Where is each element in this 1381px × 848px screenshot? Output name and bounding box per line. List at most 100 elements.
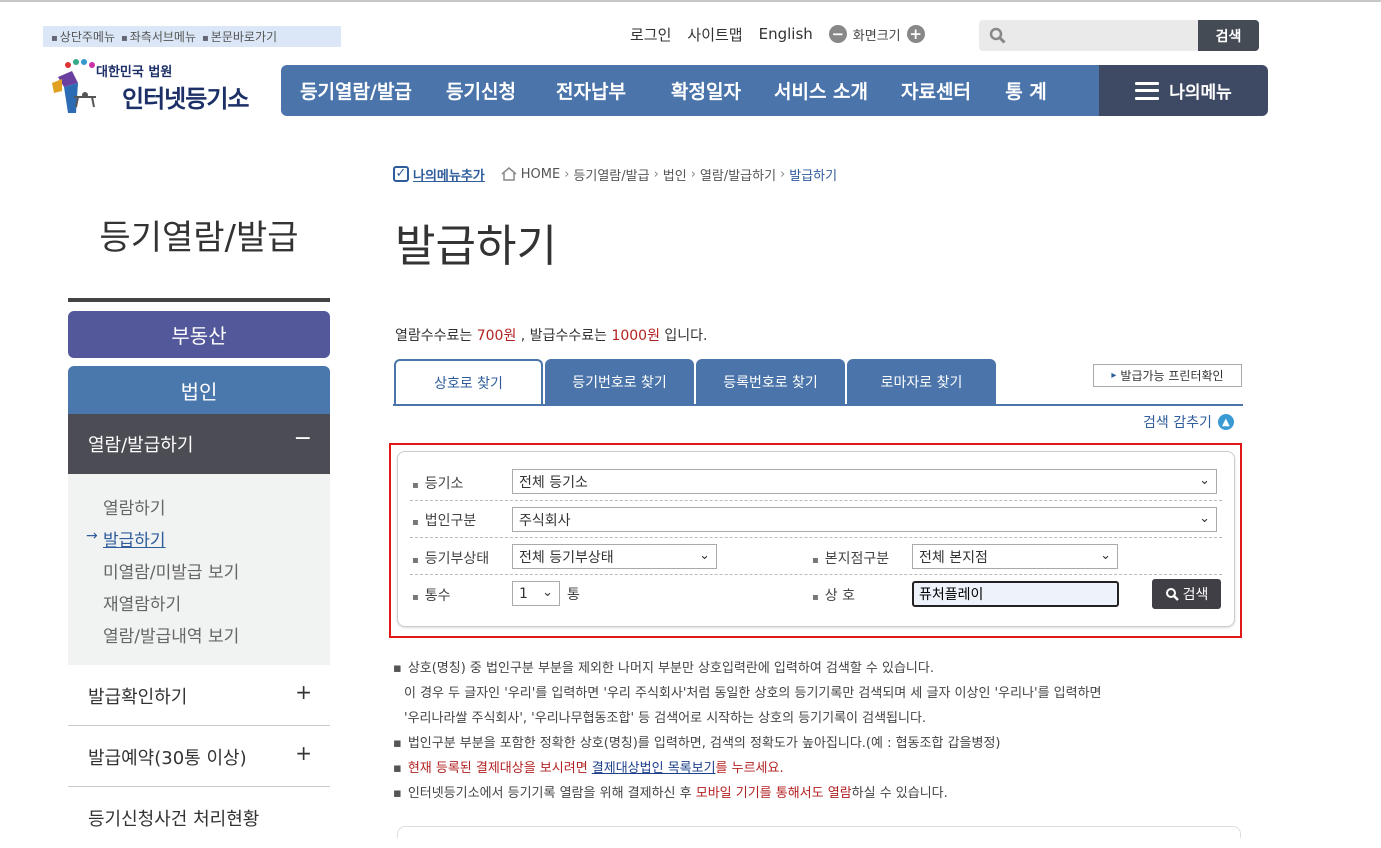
next-panel-edge	[397, 826, 1241, 838]
gnb-item-resources[interactable]: 자료센터	[881, 77, 991, 104]
corp-name-input[interactable]	[912, 581, 1119, 607]
chevron-down-icon: ⌄	[1100, 548, 1111, 563]
login-link[interactable]: 로그인	[630, 24, 671, 45]
top-search-input[interactable]	[1015, 24, 1199, 48]
copies-select[interactable]: 1 ⌄	[512, 581, 560, 606]
sidebar-item-corp[interactable]: 법인	[68, 366, 330, 414]
printer-check-button[interactable]: 발급가능 프린터확인	[1093, 364, 1242, 387]
my-menu-button[interactable]: 나의메뉴	[1099, 65, 1268, 116]
note-text: 인터넷등기소에서 등기기록 열람을 위해 결제하신 후	[407, 786, 696, 801]
branch-label: 본지점구분	[812, 548, 889, 568]
gnb-item-application[interactable]: 등기신청	[431, 77, 531, 104]
tab-underline	[393, 404, 1243, 406]
english-link[interactable]: English	[759, 25, 813, 43]
breadcrumb: ✓ 나의메뉴추가 HOME › 등기열람/발급 › 법인 › 열람/발급하기 ›…	[393, 164, 837, 184]
tab-by-roman[interactable]: 로마자로 찾기	[847, 359, 996, 405]
registry-label: 등기소	[412, 473, 464, 493]
sidebar-item-case-status[interactable]: 등기신청사건 처리현황	[68, 788, 330, 848]
breadcrumb-item[interactable]: 법인	[663, 165, 687, 184]
search-icon	[989, 27, 1006, 44]
hide-search-label: 검색 감추기	[1143, 415, 1212, 431]
note-text: 상호(명칭) 중 법인구분 부분을 제외한 나머지 부분만 상호입력란에 입력하…	[407, 661, 934, 676]
corp-name-label: 상 호	[812, 585, 855, 605]
submenu-item-history[interactable]: 열람/발급내역 보기	[103, 622, 239, 647]
skip-to-content[interactable]: 본문바로가기	[202, 28, 277, 45]
fee-text: , 발급수수료는	[516, 328, 612, 344]
gnb-item-view-issue[interactable]: 등기열람/발급	[281, 77, 431, 104]
registry-select[interactable]: 전체 등기소 ⌄	[512, 469, 1217, 494]
status-select-value: 전체 등기부상태	[519, 549, 614, 566]
submenu-item-unviewed[interactable]: 미열람/미발급 보기	[103, 558, 239, 583]
zoom-label: 화면크기	[852, 28, 901, 44]
sidebar-item-confirm[interactable]: 발급확인하기 +	[68, 666, 330, 726]
corp-type-label: 법인구분	[412, 510, 477, 530]
add-my-menu-link[interactable]: 나의메뉴추가	[413, 165, 485, 184]
collapse-icon: −	[293, 426, 312, 451]
note-1: ▪ 상호(명칭) 중 법인구분 부분을 제외한 나머지 부분만 상호입력란에 입력…	[393, 661, 934, 676]
sidebar-item-realestate[interactable]: 부동산	[68, 311, 330, 358]
top-search: 검색	[979, 20, 1259, 51]
top-search-button[interactable]: 검색	[1198, 20, 1259, 51]
page-title: 발급하기	[395, 221, 557, 272]
site-logo[interactable]: 대한민국 법원 인터넷등기소	[50, 57, 270, 119]
note-text: 모바일 기기를 통해서도 열람	[695, 786, 852, 801]
row-divider	[410, 500, 1222, 501]
chevron-down-icon: ⌄	[699, 548, 710, 563]
chevron-right-icon: ›	[780, 166, 786, 182]
branch-select-value: 전체 본지점	[919, 549, 988, 566]
note-4: ▪ 인터넷등기소에서 등기기록 열람을 위해 결제하신 후 모바일 기기를 통해서…	[393, 786, 948, 801]
submenu-item-issue[interactable]: 발급하기	[103, 526, 166, 551]
breadcrumb-item[interactable]: 열람/발급하기	[700, 165, 776, 184]
fee-text: 입니다.	[659, 328, 708, 344]
home-icon	[501, 167, 517, 181]
sidebar-divider	[68, 298, 330, 302]
note-1-cont: 이 경우 두 글자인 '우리'를 입력하면 '우리 주식회사'처럼 동일한 상호…	[404, 686, 1102, 701]
zoom-out-icon[interactable]: −	[828, 25, 847, 43]
gnb-item-fixed-date[interactable]: 확정일자	[651, 77, 761, 104]
note-text: 법인구분 부분을 포함한 정확한 상호(명칭)를 입력하면, 검색의 정확도가 …	[407, 736, 1001, 751]
submenu-item-view[interactable]: 열람하기	[103, 494, 166, 519]
copies-unit: 통	[567, 587, 580, 603]
hamburger-icon	[1135, 81, 1160, 100]
sidebar-item-label: 발급확인하기	[88, 686, 188, 708]
search-button-label: 검색	[1182, 587, 1209, 603]
issue-fee-value: 1000원	[611, 328, 660, 344]
note-3: ▪ 현재 등록된 결제대상을 보시려면 결제대상법인 목록보기를 누르세요.	[393, 761, 784, 776]
sidebar-item-view-issue[interactable]: 열람/발급하기 −	[68, 414, 330, 474]
gnb-item-statistics[interactable]: 통 계	[991, 77, 1061, 104]
corp-type-select-value: 주식회사	[519, 512, 571, 529]
utility-links: 로그인 사이트맵 English − 화면크기 +	[630, 22, 925, 46]
skip-to-side-menu[interactable]: 좌측서브메뉴	[121, 28, 196, 45]
tab-by-registration-number[interactable]: 등록번호로 찾기	[696, 359, 845, 405]
breadcrumb-item[interactable]: 등기열람/발급	[573, 165, 649, 184]
chevron-right-icon: ›	[690, 166, 696, 182]
branch-select[interactable]: 전체 본지점 ⌄	[912, 544, 1118, 569]
status-select[interactable]: 전체 등기부상태 ⌄	[512, 544, 717, 569]
registry-select-value: 전체 등기소	[519, 474, 588, 491]
sidebar-item-reservation[interactable]: 발급예약(30통 이상) +	[68, 727, 330, 787]
chevron-down-icon: ⌄	[542, 585, 553, 600]
sitemap-link[interactable]: 사이트맵	[687, 24, 742, 45]
submenu-item-review[interactable]: 재열람하기	[103, 590, 181, 615]
expand-icon: +	[295, 741, 312, 765]
sidebar-title: 등기열람/발급	[99, 218, 299, 258]
fee-text: 열람수수료는	[395, 328, 477, 344]
breadcrumb-home[interactable]: HOME	[521, 167, 560, 182]
zoom-in-icon[interactable]: +	[906, 25, 925, 43]
tab-by-reg-number[interactable]: 등기번호로 찾기	[545, 359, 694, 405]
sidebar-item-label: 등기신청사건 처리현황	[88, 809, 260, 830]
chevron-up-icon: ▲	[1217, 414, 1234, 430]
corp-type-select[interactable]: 주식회사 ⌄	[512, 507, 1217, 532]
skip-navigation: 상단주메뉴 좌측서브메뉴 본문바로가기	[43, 26, 341, 47]
gnb-item-e-payment[interactable]: 전자납부	[531, 77, 651, 104]
expand-icon: +	[295, 680, 312, 704]
search-button[interactable]: 검색	[1152, 579, 1221, 609]
gnb-item-service[interactable]: 서비스 소개	[761, 77, 881, 104]
note-text: 현재 등록된 결제대상을 보시려면	[407, 761, 592, 776]
main-navigation: 등기열람/발급 등기신청 전자납부 확정일자 서비스 소개 자료센터 통 계	[281, 65, 1099, 116]
skip-to-main-menu[interactable]: 상단주메뉴	[51, 28, 115, 45]
tab-by-name[interactable]: 상호로 찾기	[394, 359, 543, 405]
hide-search-toggle[interactable]: 검색 감추기 ▲	[1143, 412, 1234, 432]
payment-target-list-link[interactable]: 결제대상법인 목록보기	[592, 761, 716, 776]
note-text: 를 누르세요.	[715, 761, 784, 776]
